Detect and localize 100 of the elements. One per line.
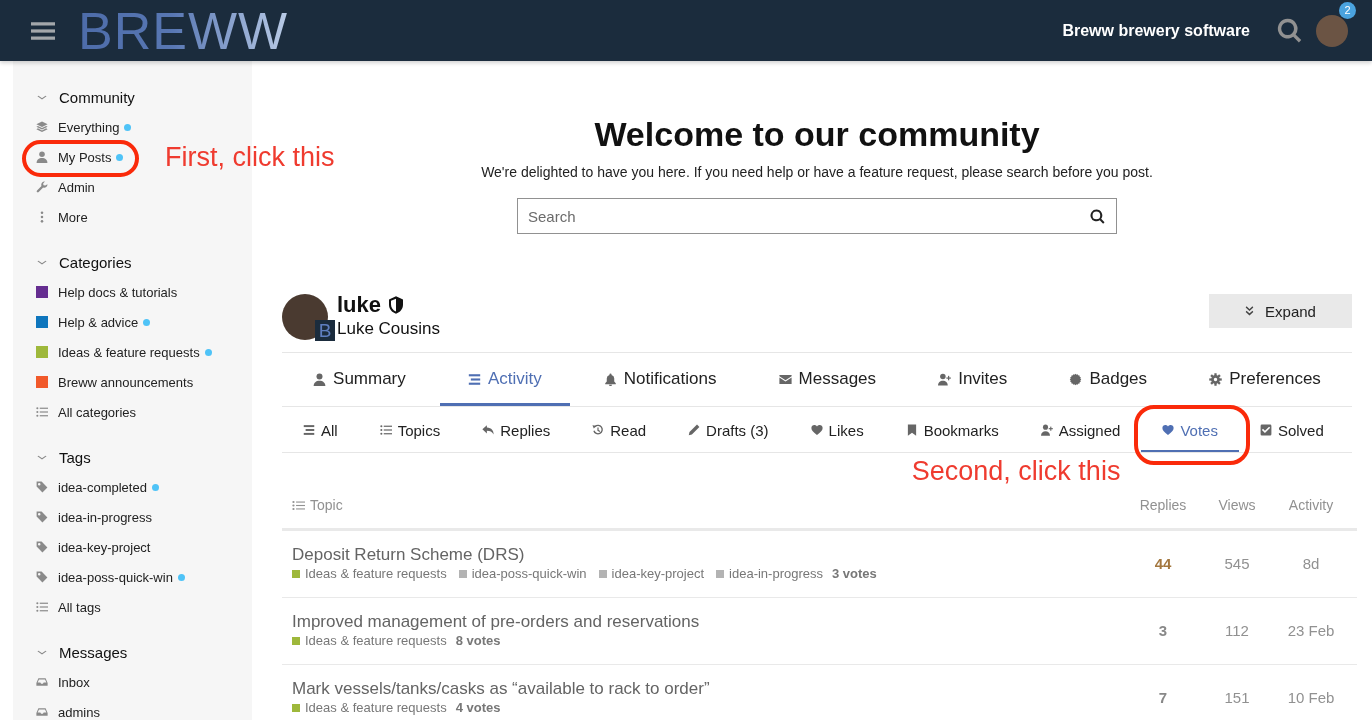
sidebar-link[interactable]: More bbox=[36, 207, 88, 227]
list-icon bbox=[36, 601, 48, 613]
inbox-icon bbox=[36, 676, 48, 688]
user-icon bbox=[313, 372, 327, 386]
category-link[interactable]: Ideas & feature requests bbox=[292, 566, 447, 582]
welcome-text: We're delighted to have you here. If you need help or have a feature request, please search before you post. bbox=[481, 163, 1153, 182]
vote-count: 4 votes bbox=[455, 700, 501, 716]
filter-tab[interactable]: All bbox=[282, 410, 359, 452]
page-title: Welcome to our community bbox=[594, 114, 1040, 154]
filter-tab[interactable]: Solved bbox=[1238, 410, 1345, 452]
bars-icon bbox=[303, 424, 315, 436]
sidebar-link[interactable]: Admin bbox=[36, 177, 95, 197]
sidebar-link[interactable]: My Posts bbox=[36, 147, 124, 167]
username: luke bbox=[337, 292, 382, 318]
filter-tab[interactable]: Likes bbox=[789, 410, 885, 452]
expand-button[interactable]: Expand bbox=[1209, 294, 1352, 328]
section-header[interactable]: Tags bbox=[36, 446, 91, 468]
layers-icon bbox=[36, 121, 48, 133]
double-chevron-icon bbox=[1245, 306, 1255, 316]
search-field[interactable]: Search bbox=[517, 198, 1117, 234]
profile-tab[interactable]: Badges bbox=[1041, 353, 1176, 406]
topic-title-link[interactable]: Improved management of pre-orders and reservations bbox=[292, 611, 700, 633]
square-icon bbox=[716, 570, 725, 578]
topic-title-link[interactable]: Mark vessels/tanks/casks as “available to rack to order” bbox=[292, 678, 710, 700]
list-icon bbox=[379, 424, 392, 436]
search-input[interactable]: Search bbox=[528, 205, 1082, 227]
activity-date: 23 Feb bbox=[1287, 621, 1335, 639]
filter-tab[interactable]: Replies bbox=[461, 410, 572, 452]
reply-count: 3 bbox=[1158, 621, 1168, 639]
sidebar-link[interactable]: idea-in-progress bbox=[36, 507, 152, 527]
tag-icon bbox=[36, 571, 48, 583]
user-flair: B bbox=[315, 320, 335, 341]
site-title[interactable]: Breww brewery software bbox=[1062, 21, 1250, 40]
filter-tab[interactable]: Read bbox=[571, 410, 668, 452]
checkbox-icon bbox=[1259, 424, 1272, 436]
full-name: Luke Cousins bbox=[337, 319, 440, 339]
pencil-icon bbox=[688, 424, 701, 436]
bookmark-icon bbox=[905, 424, 918, 436]
sidebar-link[interactable]: idea-poss-quick-win bbox=[36, 567, 185, 587]
profile-tab[interactable]: Activity bbox=[439, 353, 570, 406]
search-icon[interactable] bbox=[1090, 208, 1105, 224]
sidebar-link[interactable]: Everything bbox=[36, 117, 132, 137]
tag-icon bbox=[36, 541, 48, 553]
activity-date: 10 Feb bbox=[1287, 688, 1335, 706]
annotation-text: First, click this bbox=[165, 141, 335, 174]
filter-tab[interactable]: Votes bbox=[1141, 410, 1239, 452]
sidebar-link[interactable]: Help & advice bbox=[36, 312, 151, 332]
filter-tab[interactable]: Drafts (3) bbox=[667, 410, 790, 452]
tag-link[interactable]: idea-in-progress bbox=[716, 566, 823, 582]
profile-tab[interactable]: Invites bbox=[910, 353, 1036, 406]
wrench-icon bbox=[36, 181, 48, 193]
notification-badge: 2 bbox=[1339, 1, 1356, 19]
annotation-text: Second, click this bbox=[911, 455, 1121, 488]
history-icon bbox=[592, 424, 605, 436]
vote-count: 3 votes bbox=[832, 566, 877, 582]
topic-title-link[interactable]: Deposit Return Scheme (DRS) bbox=[292, 544, 525, 566]
profile-tab[interactable]: Notifications bbox=[575, 353, 745, 406]
filter-tab[interactable]: Assigned bbox=[1019, 410, 1142, 452]
user-plus-icon bbox=[938, 372, 952, 386]
sidebar-link[interactable]: admins bbox=[36, 702, 100, 720]
seal-icon bbox=[1069, 372, 1083, 386]
list-icon bbox=[292, 499, 305, 511]
envelope-icon bbox=[778, 372, 792, 386]
heart-icon bbox=[1162, 424, 1175, 436]
user-avatar[interactable] bbox=[1316, 14, 1348, 47]
bars-icon bbox=[467, 372, 481, 386]
tag-icon bbox=[36, 511, 48, 523]
reply-count: 7 bbox=[1158, 688, 1168, 706]
sidebar-link[interactable]: Breww announcements bbox=[36, 372, 194, 392]
menu-icon[interactable] bbox=[31, 20, 55, 41]
user-icon bbox=[36, 151, 48, 163]
view-count: 545 bbox=[1224, 554, 1250, 572]
heart-icon bbox=[810, 424, 823, 436]
tag-icon bbox=[36, 481, 48, 493]
activity-date: 8d bbox=[1302, 554, 1320, 572]
sidebar-link[interactable]: All categories bbox=[36, 402, 137, 422]
filter-tab[interactable]: Bookmarks bbox=[884, 410, 1020, 452]
square-icon bbox=[458, 570, 467, 578]
profile-tab[interactable]: Summary bbox=[285, 353, 434, 406]
view-count: 112 bbox=[1225, 621, 1249, 639]
sidebar-link[interactable]: Help docs & tutorials bbox=[36, 282, 178, 302]
filter-tab[interactable]: Topics bbox=[358, 410, 462, 452]
sidebar-link[interactable]: All tags bbox=[36, 597, 101, 617]
sidebar-link[interactable]: Ideas & feature requests bbox=[36, 342, 212, 362]
tag-link[interactable]: idea-poss-quick-win bbox=[458, 566, 587, 582]
section-header[interactable]: Categories bbox=[36, 251, 132, 273]
reply-count: 44 bbox=[1154, 554, 1172, 572]
sidebar-link[interactable]: Inbox bbox=[36, 672, 90, 692]
sidebar-link[interactable]: idea-completed bbox=[36, 477, 159, 497]
list-icon bbox=[36, 406, 48, 418]
tag-link[interactable]: idea-key-project bbox=[598, 566, 705, 582]
section-header[interactable]: Community bbox=[36, 86, 135, 108]
user-plus-icon bbox=[1040, 424, 1053, 436]
section-header[interactable]: Messages bbox=[36, 641, 128, 663]
category-link[interactable]: Ideas & feature requests bbox=[292, 633, 447, 649]
sidebar-link[interactable]: idea-key-project bbox=[36, 537, 151, 557]
category-link[interactable]: Ideas & feature requests bbox=[292, 700, 447, 716]
profile-tab[interactable]: Preferences bbox=[1181, 353, 1349, 406]
profile-tab[interactable]: Messages bbox=[750, 353, 905, 406]
view-count: 151 bbox=[1224, 688, 1250, 706]
